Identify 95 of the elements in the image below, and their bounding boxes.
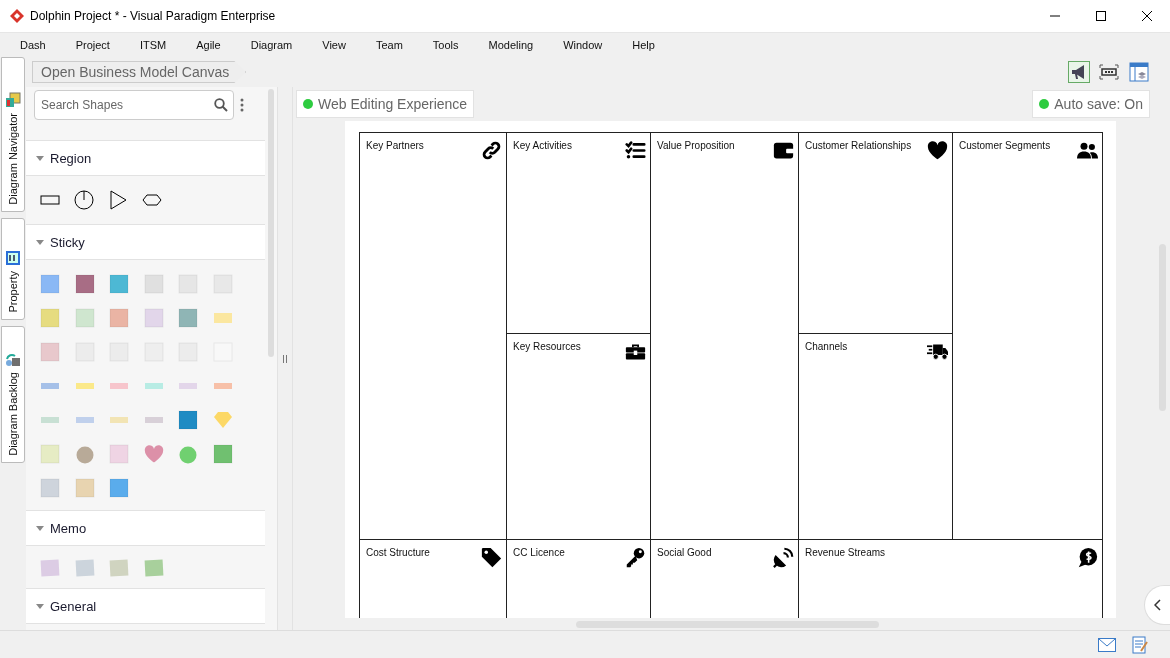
section-title: General	[50, 598, 97, 614]
notes-icon[interactable]	[1132, 635, 1148, 654]
canvas-block[interactable]: Customer Segments	[953, 133, 1103, 540]
block-title: Customer Relationships	[805, 140, 912, 151]
block-title: Key Resources	[513, 341, 581, 352]
menu-item[interactable]: Window	[563, 39, 603, 51]
menu-item[interactable]: ITSM	[139, 39, 167, 51]
canvas-block[interactable]: Key Activities	[507, 133, 651, 334]
block-title: Customer Segments	[959, 140, 1051, 151]
sticky-note-icon[interactable]	[178, 308, 198, 328]
canvas-block[interactable]: Key Partners	[360, 133, 507, 540]
block-title: Key Activities	[513, 140, 572, 151]
breadcrumb[interactable]: Open Business Model Canvas	[32, 61, 247, 83]
people-icon	[1077, 140, 1098, 161]
heart-icon	[927, 140, 948, 161]
close-icon	[1142, 11, 1152, 21]
window-title: Dolphin Project * - Visual Paradigm Enterprise	[30, 9, 277, 23]
navigator-icon	[5, 92, 21, 109]
megaphone-icon[interactable]	[1068, 61, 1090, 83]
round-sticker-icon[interactable]	[178, 444, 198, 464]
diamond-icon[interactable]	[212, 410, 233, 430]
layers-panel-icon[interactable]	[1128, 61, 1150, 83]
menu-item[interactable]: Team	[375, 39, 403, 51]
backlog-icon	[5, 351, 21, 368]
property-icon	[5, 250, 21, 267]
block-title: Value Proposition	[657, 140, 735, 151]
menu-item[interactable]: View	[322, 39, 346, 51]
sticky-note-icon[interactable]	[74, 274, 95, 294]
memo-note-icon[interactable]	[40, 558, 60, 578]
wallet-icon	[773, 140, 794, 161]
section-header[interactable]: Region	[26, 140, 265, 176]
side-tab[interactable]: Diagram Backlog	[1, 326, 25, 463]
status-dot	[1039, 99, 1050, 109]
memo-note-icon[interactable]	[109, 558, 129, 578]
heart-icon[interactable]	[143, 444, 164, 464]
sticky-note-icon[interactable]	[40, 274, 60, 294]
maximize-icon	[1096, 11, 1106, 21]
side-tab[interactable]: Diagram Navigator	[1, 57, 25, 212]
collapse-triangle-icon	[36, 525, 44, 531]
block-title: Revenue Streams	[805, 547, 886, 558]
menu-item[interactable]: Tools	[432, 39, 459, 51]
circle-shape-icon[interactable]	[74, 190, 94, 210]
app-logo-icon	[10, 9, 24, 23]
fit-view-icon[interactable]	[1098, 61, 1120, 83]
block-title: Channels	[805, 341, 848, 352]
collapse-triangle-icon	[36, 603, 44, 609]
memo-note-icon[interactable]	[74, 558, 95, 578]
memo-note-icon[interactable]	[143, 558, 164, 578]
canvas-block[interactable]: Value Proposition	[651, 133, 799, 540]
block-title: Key Partners	[366, 140, 424, 151]
block-title: CC Licence	[513, 547, 565, 558]
triangle-shape-icon[interactable]	[108, 190, 128, 210]
collapse-triangle-icon	[36, 155, 44, 161]
section-title: Sticky	[50, 234, 85, 250]
menu-item[interactable]: Dash	[20, 39, 46, 51]
block-title: Cost Structure	[366, 547, 430, 558]
dollar-speech-bubble-icon	[1077, 547, 1098, 568]
collapse-button[interactable]	[1144, 585, 1170, 625]
tag-icon	[481, 547, 502, 568]
web-editing-status[interactable]: Web Editing Experience	[296, 90, 475, 118]
more-options-icon[interactable]	[240, 98, 244, 112]
sticky-note-icon[interactable]	[109, 308, 129, 328]
side-tab[interactable]: Property	[1, 218, 25, 320]
splitter[interactable]	[277, 87, 293, 631]
mail-icon[interactable]	[1098, 637, 1116, 652]
section-header[interactable]: General	[26, 588, 265, 624]
menu-item[interactable]: Diagram	[250, 39, 293, 51]
chevron-left-icon	[1153, 599, 1162, 611]
link-icon	[481, 140, 502, 161]
menu-item[interactable]: Modeling	[488, 39, 534, 51]
key-icon	[625, 547, 646, 568]
auto-save-status[interactable]: Auto save: On	[1032, 90, 1150, 118]
sticky-note-icon[interactable]	[178, 410, 198, 430]
section-header[interactable]: Sticky	[26, 224, 265, 260]
block-title: Social Good	[657, 547, 712, 558]
sticky-note-icon[interactable]	[109, 274, 129, 294]
checklist-icon	[625, 140, 646, 161]
satellite-dish-icon	[773, 547, 794, 568]
search-field[interactable]: Search Shapes	[34, 90, 234, 120]
status-dot	[303, 99, 313, 109]
section-title: Memo	[50, 520, 87, 536]
canvas-block[interactable]: Key Resources	[507, 334, 651, 540]
search-icon[interactable]	[214, 98, 228, 112]
canvas-block[interactable]: Customer Relationships	[799, 133, 953, 334]
sticky-note-icon[interactable]	[212, 444, 233, 464]
sticky-note-icon[interactable]	[109, 478, 129, 498]
canvas-block[interactable]: Channels	[799, 334, 953, 540]
section-title: Region	[50, 150, 92, 166]
menu-item[interactable]: Project	[75, 39, 110, 51]
menu-item[interactable]: Help	[632, 39, 655, 51]
section-header[interactable]: Memo	[26, 510, 265, 546]
scrollbar-thumb[interactable]	[268, 89, 274, 357]
menu-item[interactable]: Agile	[196, 39, 221, 51]
collapse-triangle-icon	[36, 239, 44, 245]
round-sticker-icon[interactable]	[74, 444, 95, 464]
